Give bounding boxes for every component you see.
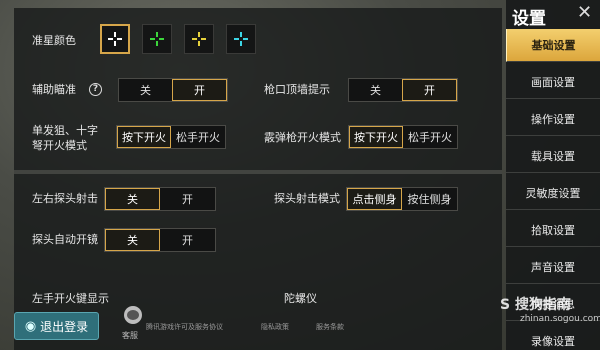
peek-mode-label: 探头射击模式 [274,192,340,205]
shotgun-press[interactable]: 按下开火 [349,126,404,148]
crosshair-swatch-green[interactable] [142,24,172,54]
section-divider [14,170,502,174]
auto-scope-off[interactable]: 关 [105,229,161,251]
sogou-watermark: S 搜狗指南 [500,297,571,313]
logout-label: 退出登录 [40,319,89,334]
single-fire-toggle: 按下开火 松手开火 [116,125,226,149]
privacy-link[interactable]: 隐私政策 [261,322,289,332]
muzzle-hint-off[interactable]: 关 [349,79,402,101]
shotgun-mode-toggle: 按下开火 松手开火 [348,125,458,149]
close-icon[interactable]: ✕ [577,2,592,23]
help-icon[interactable]: ? [89,83,102,96]
license-link[interactable]: 腾讯游戏许可及服务协议 [146,322,223,332]
sidebar-item-vehicle[interactable]: 载具设置 [506,140,600,173]
aim-assist-off[interactable]: 关 [119,79,172,101]
peek-fire-toggle: 关 开 [104,187,216,211]
sogou-watermark-url: zhinan.sogou.com [520,314,600,324]
customer-service-label[interactable]: 客服 [122,330,138,341]
peek-fire-on[interactable]: 开 [160,188,215,210]
peek-fire-off[interactable]: 关 [105,188,161,210]
muzzle-hint-on[interactable]: 开 [402,79,457,101]
crosshair-yellow-icon [192,32,206,46]
sidebar-item-replay[interactable]: 录像设置 [506,325,600,350]
peek-fire-label: 左右探头射击 [32,192,98,205]
crosshair-color-label: 准星颜色 [32,34,76,47]
wechat-icon: ◉ [24,318,37,334]
peek-mode-hold[interactable]: 按住侧身 [402,188,457,210]
single-fire-release[interactable]: 松手开火 [171,126,225,148]
auto-scope-toggle: 关 开 [104,228,216,252]
aim-assist-label: 辅助瞄准 [32,83,76,96]
sidebar-item-basic[interactable]: 基础设置 [506,29,600,62]
single-fire-label-line2: 弩开火模式 [32,139,87,152]
shotgun-release[interactable]: 松手开火 [403,126,457,148]
auto-scope-label: 探头自动开镜 [32,233,98,246]
peek-mode-click[interactable]: 点击侧身 [347,188,403,210]
crosshair-green-icon [150,32,164,46]
sidebar-item-sensitivity[interactable]: 灵敏度设置 [506,177,600,210]
single-fire-label-line1: 单发狙、十字 [32,124,98,137]
sidebar-item-controls[interactable]: 操作设置 [506,103,600,136]
gyroscope-label: 陀螺仪 [284,292,317,305]
left-fire-display-label: 左手开火键显示 [32,292,109,305]
crosshair-cyan-icon [234,32,248,46]
terms-link[interactable]: 服务条款 [316,322,344,332]
peek-mode-toggle: 点击侧身 按住侧身 [346,187,458,211]
sidebar-title: 设置 [512,9,546,29]
single-fire-press[interactable]: 按下开火 [117,126,172,148]
logout-button[interactable]: ◉ 退出登录 [14,312,99,340]
aim-assist-toggle: 关 开 [118,78,228,102]
auto-scope-on[interactable]: 开 [160,229,215,251]
sidebar-item-pickup[interactable]: 拾取设置 [506,214,600,247]
crosshair-swatch-yellow[interactable] [184,24,214,54]
muzzle-hint-label: 枪口顶墙提示 [264,83,330,96]
crosshair-swatch-white[interactable] [100,24,130,54]
crosshair-swatch-cyan[interactable] [226,24,256,54]
shotgun-mode-label: 霰弹枪开火模式 [264,131,341,144]
crosshair-white-icon [108,32,122,46]
sidebar-item-sound[interactable]: 声音设置 [506,251,600,284]
customer-service-icon[interactable] [124,306,142,324]
muzzle-hint-toggle: 关 开 [348,78,458,102]
aim-assist-on[interactable]: 开 [172,79,227,101]
sidebar-item-graphics[interactable]: 画面设置 [506,66,600,99]
